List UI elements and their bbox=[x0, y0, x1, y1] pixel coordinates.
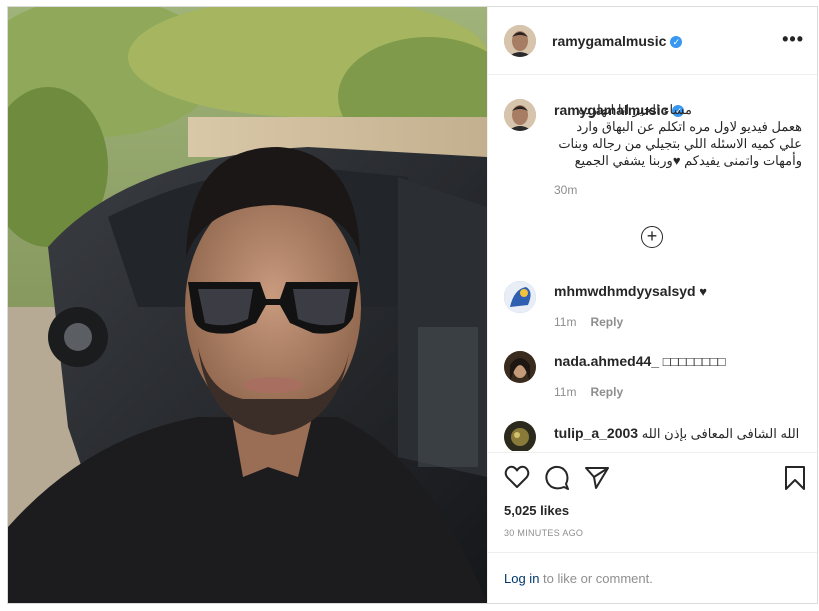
post-header: ramygamalmusic ✓ ••• bbox=[488, 7, 817, 75]
likes-count[interactable]: 5,025 likes bbox=[504, 503, 569, 518]
more-options-icon[interactable]: ••• bbox=[782, 29, 804, 50]
post-actions: 5,025 likes 30 MINUTES AGO bbox=[488, 452, 817, 552]
selfie-image bbox=[8, 7, 487, 603]
verified-badge-icon: ✓ bbox=[670, 35, 683, 48]
caption-text: مساء الخير انا انهارده هعمل فيديو لاول م… bbox=[558, 102, 802, 168]
caption-avatar[interactable] bbox=[504, 99, 536, 131]
share-icon[interactable] bbox=[584, 465, 610, 491]
heart-icon[interactable] bbox=[504, 465, 530, 489]
author-username[interactable]: ramygamalmusic bbox=[552, 33, 666, 49]
reply-button[interactable]: Reply bbox=[590, 385, 623, 399]
bookmark-icon[interactable] bbox=[784, 465, 806, 491]
commenter-username[interactable]: nada.ahmed44_ bbox=[554, 353, 659, 369]
comment-time: 11m bbox=[554, 315, 577, 329]
commenter-username[interactable]: mhmwdhmdyysalsyd bbox=[554, 283, 696, 299]
post-dialog: ramygamalmusic ✓ ••• ramygamalmusic ✓ مساء… bbox=[7, 6, 818, 604]
comment-text: □□□□□□□□ bbox=[662, 354, 726, 369]
post-timestamp: 30 MINUTES AGO bbox=[504, 528, 584, 538]
reply-button[interactable]: Reply bbox=[590, 315, 623, 329]
login-prompt-text: to like or comment. bbox=[539, 571, 653, 586]
commenter-avatar[interactable] bbox=[504, 281, 536, 313]
commenter-avatar[interactable] bbox=[504, 351, 536, 383]
comment-icon[interactable] bbox=[544, 465, 570, 491]
post-photo[interactable] bbox=[8, 7, 487, 603]
login-link[interactable]: Log in bbox=[504, 571, 539, 586]
comment-text: ♥ bbox=[699, 284, 707, 299]
caption-time: 30m bbox=[554, 183, 578, 197]
post-side-panel: ramygamalmusic ✓ ••• ramygamalmusic ✓ مساء… bbox=[487, 7, 817, 603]
plus-circle-icon[interactable]: + bbox=[641, 226, 663, 248]
comment-time: 11m bbox=[554, 385, 577, 399]
login-prompt: Log in to like or comment. bbox=[488, 552, 817, 603]
comment-text: الله الشافى المعافى بإذن الله bbox=[641, 426, 800, 441]
author-avatar[interactable] bbox=[504, 25, 536, 57]
commenter-username[interactable]: tulip_a_2003 bbox=[554, 425, 638, 441]
comment-item: tulip_a_2003 الله الشافى المعافى بإذن ال… bbox=[504, 413, 804, 451]
caption-block: مساء الخير انا انهارده هعمل فيديو لاول م… bbox=[554, 101, 802, 197]
commenter-avatar[interactable] bbox=[504, 421, 536, 451]
